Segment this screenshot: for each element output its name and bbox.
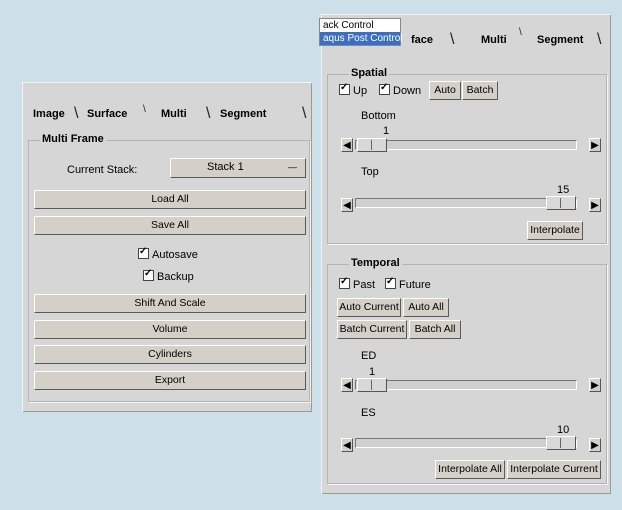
past-check-icon xyxy=(339,276,350,289)
auto-all-button[interactable]: Auto All xyxy=(403,298,449,317)
tab-multi[interactable]: Multi xyxy=(161,108,187,120)
down-checkbox[interactable]: Down xyxy=(379,82,422,97)
es-slider-thumb[interactable] xyxy=(546,436,576,450)
multi-frame-title: Multi Frame xyxy=(40,133,106,145)
spatial-title: Spatial xyxy=(349,67,390,79)
future-label: Future xyxy=(399,279,431,291)
load-all-button[interactable]: Load All xyxy=(34,190,306,209)
top-value: 15 xyxy=(557,184,570,196)
tab-multi[interactable]: Multi xyxy=(481,34,507,46)
past-label: Past xyxy=(353,279,376,291)
tab-image[interactable]: Image xyxy=(33,108,65,120)
ed-right-arrow-icon[interactable]: ▶ xyxy=(589,378,601,392)
left-panel: Image \ Surface \ Multi \ Segment \ Mult… xyxy=(22,82,312,412)
future-check-icon xyxy=(385,276,396,289)
up-label: Up xyxy=(353,85,368,97)
backup-check-icon xyxy=(143,268,154,281)
ed-slider-thumb[interactable] xyxy=(357,378,387,392)
tab-separator: \ xyxy=(143,104,146,115)
auto-button[interactable]: Auto xyxy=(429,81,461,100)
bottom-slider[interactable] xyxy=(355,138,577,152)
tab-segment[interactable]: Segment xyxy=(220,108,266,120)
interpolate-button[interactable]: Interpolate xyxy=(527,221,583,240)
current-stack-value: Stack 1 xyxy=(207,161,244,173)
top-slider[interactable] xyxy=(355,196,577,210)
top-slider-thumb[interactable] xyxy=(546,196,576,210)
ed-left-arrow-icon[interactable]: ◀ xyxy=(341,378,353,392)
backup-checkbox[interactable]: Backup xyxy=(143,268,194,283)
batch-current-button[interactable]: Batch Current xyxy=(337,320,407,339)
autosave-check-icon xyxy=(138,246,149,259)
es-slider[interactable] xyxy=(355,436,577,450)
bottom-value: 1 xyxy=(383,125,390,137)
ed-value: 1 xyxy=(369,366,376,378)
tab-separator: \ xyxy=(74,105,79,122)
ed-slider[interactable] xyxy=(355,378,577,392)
bottom-left-arrow-icon[interactable]: ◀ xyxy=(341,138,353,152)
tab-separator: \ xyxy=(206,105,211,122)
tab-separator: \ xyxy=(519,27,522,38)
up-checkbox[interactable]: Up xyxy=(339,82,368,97)
es-right-arrow-icon[interactable]: ▶ xyxy=(589,438,601,452)
ed-label: ED xyxy=(361,350,377,362)
interpolate-current-button[interactable]: Interpolate Current xyxy=(507,460,601,479)
top-label: Top xyxy=(361,166,379,178)
interpolate-all-button[interactable]: Interpolate All xyxy=(435,460,505,479)
bottom-slider-thumb[interactable] xyxy=(357,138,387,152)
save-all-button[interactable]: Save All xyxy=(34,216,306,235)
current-stack-select[interactable]: Stack 1 — xyxy=(170,158,306,178)
temporal-title: Temporal xyxy=(349,257,402,269)
batch-button[interactable]: Batch xyxy=(462,81,498,100)
up-check-icon xyxy=(339,82,350,95)
autosave-label: Autosave xyxy=(152,249,198,261)
backup-label: Backup xyxy=(157,271,194,283)
right-panel: face \ Multi \ Segment \ ack Control aqu… xyxy=(319,14,611,494)
tab-surface[interactable]: face xyxy=(411,34,433,46)
es-value: 10 xyxy=(557,424,570,436)
es-label: ES xyxy=(361,407,376,419)
tab-surface[interactable]: Surface xyxy=(87,108,127,120)
tab-separator: \ xyxy=(450,31,455,48)
future-checkbox[interactable]: Future xyxy=(385,276,431,291)
top-left-arrow-icon[interactable]: ◀ xyxy=(341,198,353,212)
tab-separator: \ xyxy=(302,105,307,122)
es-left-arrow-icon[interactable]: ◀ xyxy=(341,438,353,452)
control-menu: ack Control aqus Post Control xyxy=(319,18,403,46)
current-stack-label: Current Stack: xyxy=(67,164,138,176)
volume-button[interactable]: Volume xyxy=(34,320,306,339)
shift-and-scale-button[interactable]: Shift And Scale xyxy=(34,294,306,313)
tab-segment[interactable]: Segment xyxy=(537,34,583,46)
menu-item-track-control[interactable]: ack Control xyxy=(320,19,400,32)
top-right-arrow-icon[interactable]: ▶ xyxy=(589,198,601,212)
autosave-checkbox[interactable]: Autosave xyxy=(138,246,198,261)
dropdown-icon: — xyxy=(288,162,297,172)
export-button[interactable]: Export xyxy=(34,371,306,390)
bottom-right-arrow-icon[interactable]: ▶ xyxy=(589,138,601,152)
down-check-icon xyxy=(379,82,390,95)
tab-separator: \ xyxy=(597,31,602,48)
menu-item-post-control[interactable]: aqus Post Control xyxy=(320,32,403,45)
auto-current-button[interactable]: Auto Current xyxy=(337,298,401,317)
bottom-label: Bottom xyxy=(361,110,396,122)
cylinders-button[interactable]: Cylinders xyxy=(34,345,306,364)
batch-all-button[interactable]: Batch All xyxy=(409,320,461,339)
past-checkbox[interactable]: Past xyxy=(339,276,376,291)
down-label: Down xyxy=(393,85,422,97)
